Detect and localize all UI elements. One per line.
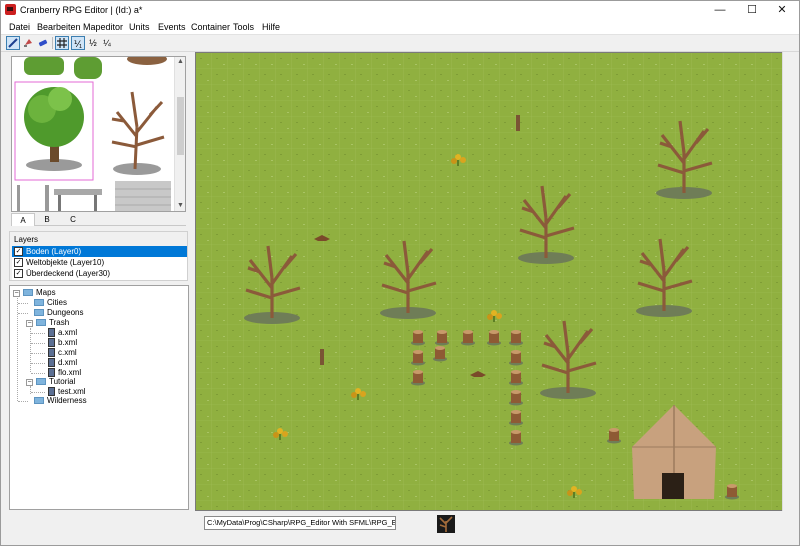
tileset-tabs: A B C (11, 213, 186, 226)
map-file-icon (48, 348, 55, 358)
minimize-button[interactable]: — (705, 1, 735, 19)
layer-checkbox[interactable]: ✓ (14, 269, 23, 278)
layers-title: Layers (14, 235, 39, 244)
expand-toggle[interactable]: − (13, 290, 20, 297)
menu-mapeditor[interactable]: Mapeditor (83, 22, 123, 32)
tree-node-tutorial[interactable]: Tutorial (36, 377, 75, 387)
layer-checkbox[interactable]: ✓ (14, 247, 23, 256)
pencil-icon[interactable] (6, 36, 20, 50)
tree-node-d-xml[interactable]: d.xml (48, 358, 77, 368)
map-scrollbar[interactable] (782, 52, 793, 511)
tree-node-trash[interactable]: Trash (36, 318, 69, 328)
layer-label: Weltobjekte (Layer10) (26, 258, 105, 267)
menu-container[interactable]: Container (191, 22, 230, 32)
tree-node-c-xml[interactable]: c.xml (48, 348, 77, 358)
file-path-field[interactable]: C:\MyData\Prog\CSharp\RPG_Editor With SF… (204, 516, 396, 530)
tab-c[interactable]: C (61, 213, 85, 226)
close-button[interactable]: ✕ (767, 1, 797, 19)
toolbar: ⅟₁ ½ ¼ (1, 35, 799, 52)
scale-1-1-icon[interactable]: ⅟₁ (71, 36, 85, 50)
tree-node-a-xml[interactable]: a.xml (48, 328, 77, 338)
map-file-icon (48, 338, 55, 348)
menu-units[interactable]: Units (129, 22, 150, 32)
layer-checkbox[interactable]: ✓ (14, 258, 23, 267)
menu-events[interactable]: Events (158, 22, 186, 32)
map-tree[interactable]: − Maps Cities Dungeons − Trash a.xml b.x… (9, 285, 189, 510)
eraser-icon[interactable] (36, 36, 50, 50)
map-file-icon (48, 328, 55, 338)
folder-icon (34, 299, 44, 307)
expand-toggle[interactable]: − (26, 379, 33, 386)
folder-icon (34, 309, 44, 317)
layer-list[interactable]: ✓ Boden (Layer0) ✓ Weltobjekte (Layer10)… (12, 246, 187, 280)
layer-item-ueberdeckend[interactable]: ✓ Überdeckend (Layer30) (12, 268, 187, 279)
scale-1-2-icon[interactable]: ½ (86, 36, 100, 50)
title-bar: Cranberry RPG Editor | (Id:) a* — ☐ ✕ (1, 1, 799, 19)
scroll-up-icon[interactable]: ▲ (177, 58, 184, 66)
tree-node-dungeons[interactable]: Dungeons (34, 308, 83, 318)
scroll-down-icon[interactable]: ▼ (177, 202, 184, 210)
tileset-panel[interactable]: ▲ ▼ (11, 56, 186, 212)
menu-datei[interactable]: Datei (9, 22, 30, 32)
scroll-thumb[interactable] (177, 97, 184, 155)
main-window: Cranberry RPG Editor | (Id:) a* — ☐ ✕ Da… (0, 0, 800, 546)
folder-icon (34, 397, 44, 405)
tree-node-maps[interactable]: Maps (23, 288, 56, 298)
menu-bearbeiten[interactable]: Bearbeiten (37, 22, 81, 32)
folder-icon (23, 289, 33, 297)
tab-a[interactable]: A (11, 213, 35, 226)
folder-icon (36, 378, 46, 386)
layer-label: Boden (Layer0) (26, 247, 82, 256)
selected-tile-preview (437, 515, 455, 533)
folder-icon (36, 319, 46, 327)
grid-icon[interactable] (55, 36, 69, 50)
tree-node-b-xml[interactable]: b.xml (48, 338, 77, 348)
expand-toggle[interactable]: − (26, 320, 33, 327)
menu-tools[interactable]: Tools (233, 22, 254, 32)
fill-icon[interactable] (21, 36, 35, 50)
scale-1-4-icon[interactable]: ¼ (100, 36, 114, 50)
menu-bar: Datei Bearbeiten Mapeditor Units Events … (1, 19, 799, 35)
maximize-button[interactable]: ☐ (737, 1, 767, 19)
layers-group: Layers ✓ Boden (Layer0) ✓ Weltobjekte (L… (9, 231, 188, 281)
app-icon (5, 4, 16, 15)
tileset-scrollbar[interactable]: ▲ ▼ (174, 57, 185, 211)
menu-hilfe[interactable]: Hilfe (262, 22, 280, 32)
window-title: Cranberry RPG Editor | (Id:) a* (20, 5, 143, 15)
layer-item-boden[interactable]: ✓ Boden (Layer0) (12, 246, 187, 257)
toolbar-separator (52, 37, 53, 49)
tileset-tiles[interactable] (12, 57, 175, 211)
tree-node-cities[interactable]: Cities (34, 298, 67, 308)
tab-b[interactable]: B (35, 213, 59, 226)
map-file-icon (48, 358, 55, 368)
layer-label: Überdeckend (Layer30) (26, 269, 111, 278)
tree-node-wilderness[interactable]: Wilderness (34, 396, 87, 406)
layer-item-weltobjekte[interactable]: ✓ Weltobjekte (Layer10) (12, 257, 187, 268)
map-canvas[interactable] (195, 52, 792, 511)
